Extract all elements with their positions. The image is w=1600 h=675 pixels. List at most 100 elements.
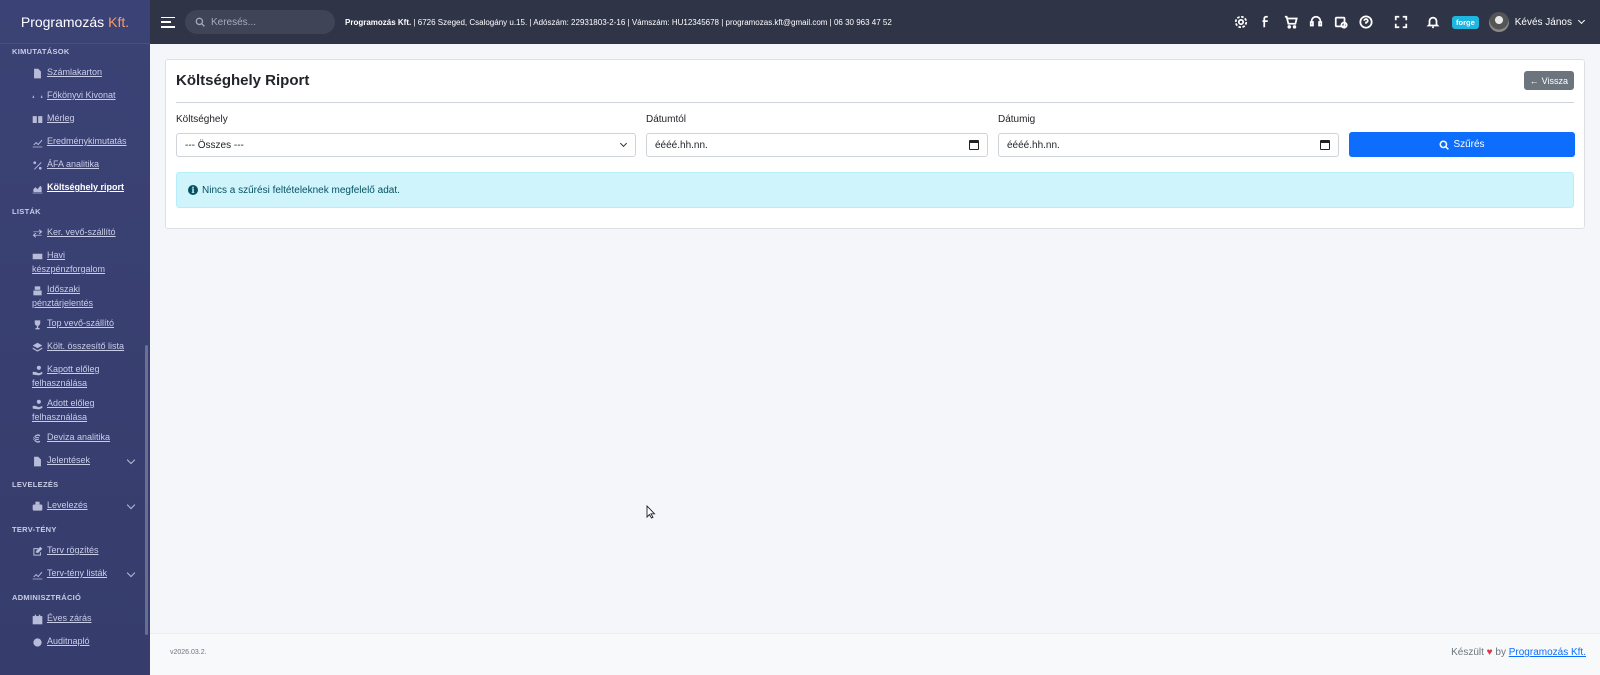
calendar-icon[interactable] [1320, 140, 1330, 150]
calendar-check-icon [31, 613, 43, 625]
sidebar-item[interactable]: Költ. összesítő lista [0, 336, 150, 359]
brand-logo[interactable]: Programozás Kft. [0, 0, 150, 44]
settings-icon[interactable] [1233, 14, 1249, 30]
sidebar-menu: KIMUTATÁSOK Számlakarton Főkönyvi Kivonat M… [0, 44, 150, 675]
edit-icon [31, 545, 43, 557]
book-icon [31, 113, 43, 125]
chart-line-icon [31, 136, 43, 148]
mouse-cursor-icon [646, 505, 656, 519]
sidebar-item[interactable]: ÁFA analitika [0, 154, 150, 177]
chart-line-icon [31, 568, 43, 580]
exchange-icon [31, 227, 43, 239]
sidebar-item[interactable]: Adott előleg felhasználása [0, 393, 150, 427]
percent-icon [31, 159, 43, 171]
sidebar-item[interactable]: Kapott előleg felhasználása [0, 359, 150, 393]
sidebar-item-label: Deviza analitika [47, 432, 111, 442]
date-from-input[interactable]: éééé.hh.nn. [646, 133, 988, 157]
sidebar-item[interactable]: Eredménykimutatás [0, 131, 150, 154]
forge-badge[interactable]: forge [1451, 15, 1479, 29]
sidebar-scrollbar[interactable] [145, 345, 148, 635]
sidebar-item[interactable]: Számlakarton [0, 62, 150, 85]
fullscreen-icon[interactable] [1393, 14, 1409, 30]
cash-register-icon [31, 284, 43, 296]
support-icon[interactable] [1308, 14, 1324, 30]
sidebar-item[interactable]: Időszaki pénztárjelentés [0, 279, 150, 313]
sidebar-item-label: Top vevő-szállító [47, 318, 115, 328]
sidebar-item[interactable]: Költséghely riport [0, 177, 150, 200]
user-menu[interactable]: Kévés János [1488, 12, 1586, 32]
calendar-clock-icon[interactable] [1333, 14, 1349, 30]
avatar [1488, 12, 1509, 32]
sidebar-item[interactable]: Éves zárás [0, 608, 150, 631]
page-title: Költséghely Riport [176, 72, 310, 89]
chevron-down-icon [126, 455, 136, 465]
sidebar-item[interactable]: Mérleg [0, 108, 150, 131]
sidebar-item-label: Terv-tény listák [47, 568, 108, 578]
trophy-icon [31, 318, 43, 330]
sidebar-item[interactable]: Ker. vevő-szállító [0, 222, 150, 245]
sidebar-item[interactable]: Terv rögzítés [0, 540, 150, 563]
date-from-value: éééé.hh.nn. [655, 139, 708, 151]
search-box[interactable] [185, 10, 335, 34]
money-icon [31, 250, 43, 262]
euro-icon [31, 432, 43, 444]
sidebar-item-label: Adott előleg felhasználása [32, 398, 95, 422]
brand-name: Programozás [20, 13, 105, 30]
cost-center-value: --- Összes --- [185, 139, 244, 151]
menu-toggle-icon[interactable] [161, 16, 175, 28]
back-button[interactable]: ← Vissza [1523, 71, 1574, 90]
cart-icon[interactable] [1283, 14, 1299, 30]
footer-credit: Készült ♥ by Programozás Kft. [1451, 647, 1586, 658]
sidebar-item[interactable]: Jelentések [0, 450, 150, 473]
sidebar-item[interactable]: Top vevő-szállító [0, 313, 150, 336]
sidebar-item[interactable]: Levelezés [0, 495, 150, 518]
company-info: Programozás Kft. | 6726 Szeged, Csalogán… [345, 18, 892, 27]
date-to-label: Dátumig [998, 114, 1036, 125]
sidebar-section-title: KIMUTATÁSOK [12, 46, 70, 56]
sidebar-item-label: Költ. összesítő lista [47, 341, 125, 351]
file-icon [31, 67, 43, 79]
heart-icon: ♥ [1486, 647, 1493, 658]
sidebar-item[interactable]: Deviza analitika [0, 427, 150, 450]
sidebar-item[interactable]: Főkönyvi Kivonat [0, 85, 150, 108]
no-data-alert: i Nincs a szűrési feltételeknek megfelel… [176, 172, 1574, 208]
search-input[interactable] [211, 16, 321, 28]
sidebar-item-label: Időszaki pénztárjelentés [32, 284, 94, 308]
hand-coin-icon [31, 398, 43, 410]
credit-prefix: Készült [1451, 647, 1484, 658]
alert-text: Nincs a szűrési feltételeknek megfelelő … [202, 184, 400, 196]
company-name: Programozás Kft. [345, 17, 412, 27]
sidebar-item[interactable]: Auditnapló [0, 631, 150, 654]
company-details: | 6726 Szeged, Csalogány u.15. | Adószám… [411, 17, 892, 27]
facebook-icon[interactable] [1258, 14, 1274, 30]
company-link[interactable]: Programozás Kft. [1509, 647, 1586, 658]
search-icon [1439, 140, 1450, 150]
date-to-input[interactable]: éééé.hh.nn. [998, 133, 1339, 157]
sidebar-item[interactable]: Havi készpénzforgalom [0, 245, 150, 279]
calendar-icon[interactable] [969, 140, 979, 150]
scale-icon [31, 90, 43, 102]
sidebar-item-label: Eredménykimutatás [47, 136, 127, 146]
filter-button-label: Szűrés [1453, 139, 1485, 150]
layers-icon [31, 341, 43, 353]
cost-center-label: Költséghely [176, 114, 228, 125]
sidebar-item[interactable]: Terv-tény listák [0, 563, 150, 586]
sidebar-item-label: Költséghely riport [47, 182, 125, 192]
sidebar-item-label: Ker. vevő-szállító [47, 227, 116, 237]
brand-accent: Kft. [108, 13, 130, 30]
help-icon[interactable] [1358, 14, 1374, 30]
chevron-down-icon [126, 500, 136, 510]
report-card: Költséghely Riport ← Vissza Költséghely … [165, 59, 1585, 229]
arrow-left-icon: ← [1529, 75, 1539, 86]
sidebar-section-title: ADMINISZTRÁCIÓ [12, 592, 82, 602]
cost-center-select[interactable]: --- Összes --- [176, 133, 636, 157]
chevron-down-icon [126, 568, 136, 578]
chevron-down-icon [619, 139, 628, 148]
credit-by: by [1495, 647, 1506, 658]
mailbox-icon [31, 500, 43, 512]
sidebar-item-label: Kapott előleg felhasználása [32, 364, 100, 388]
bell-icon[interactable] [1425, 14, 1441, 30]
search-icon [195, 17, 205, 27]
footer: v2026.03.2. Készült ♥ by Programozás Kft… [150, 633, 1600, 675]
filter-button[interactable]: Szűrés [1349, 132, 1575, 157]
